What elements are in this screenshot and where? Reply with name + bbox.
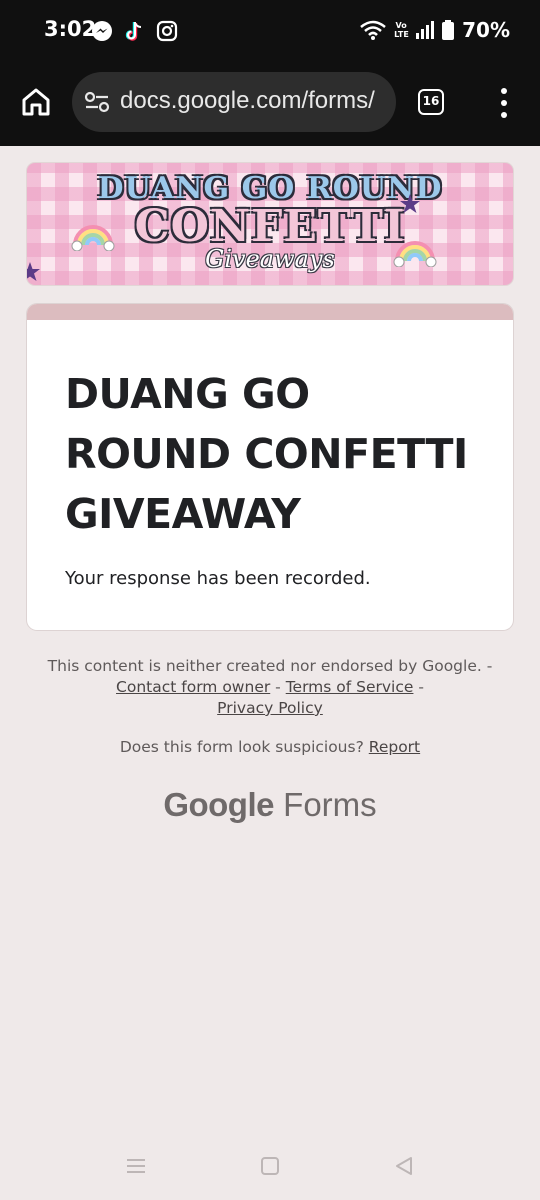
card-accent-bar bbox=[27, 304, 513, 320]
disclaimer-text: This content is neither created nor endo… bbox=[47, 657, 493, 675]
logo-forms-text: Forms bbox=[283, 786, 377, 823]
status-indicators: Vo LTE 70% bbox=[360, 18, 510, 42]
separator: - bbox=[275, 678, 281, 696]
star-icon bbox=[27, 262, 40, 281]
google-forms-logo[interactable]: Google Forms bbox=[0, 786, 540, 824]
tiktok-icon bbox=[125, 22, 142, 41]
status-bar: 3:02 Vo LTE 70% bbox=[0, 0, 540, 60]
terms-of-service-link[interactable]: Terms of Service bbox=[286, 678, 414, 696]
confirmation-message: Your response has been recorded. bbox=[65, 568, 371, 589]
status-time: 3:02 bbox=[44, 17, 97, 41]
wifi-icon bbox=[360, 20, 386, 40]
volte-label: Vo LTE bbox=[394, 21, 409, 39]
site-settings-icon[interactable] bbox=[84, 90, 110, 114]
form-card: DUANG GO ROUND CONFETTI GIVEAWAY Your re… bbox=[27, 304, 513, 630]
suspicious-text: Does this form look suspicious? bbox=[119, 738, 364, 756]
tab-switcher-button[interactable]: 16 bbox=[418, 89, 444, 115]
form-header-image: DUANG GO ROUND CONFETTI Giveaways bbox=[27, 163, 513, 285]
rainbow-icon bbox=[393, 241, 437, 267]
back-icon[interactable] bbox=[392, 1154, 416, 1178]
recent-apps-icon[interactable] bbox=[124, 1154, 148, 1178]
contact-form-owner-link[interactable]: Contact form owner bbox=[116, 678, 270, 696]
star-icon bbox=[400, 194, 420, 213]
battery-icon bbox=[442, 20, 455, 40]
suspicious-notice: Does this form look suspicious? Report bbox=[40, 738, 500, 756]
more-menu-icon[interactable] bbox=[497, 88, 511, 118]
report-link[interactable]: Report bbox=[369, 738, 420, 756]
disclaimer: This content is neither created nor endo… bbox=[40, 656, 500, 719]
url-bar[interactable]: docs.google.com/forms/ bbox=[72, 72, 396, 132]
rainbow-icon bbox=[71, 225, 115, 251]
privacy-policy-link[interactable]: Privacy Policy bbox=[217, 699, 323, 717]
browser-toolbar: docs.google.com/forms/ 16 bbox=[0, 60, 540, 146]
form-title: DUANG GO ROUND CONFETTI GIVEAWAY bbox=[65, 370, 468, 538]
url-text: docs.google.com/forms/ bbox=[120, 87, 375, 114]
home-nav-icon[interactable] bbox=[258, 1154, 282, 1178]
separator: - bbox=[418, 678, 424, 696]
logo-google-text: Google bbox=[163, 786, 274, 823]
messenger-icon bbox=[92, 21, 112, 41]
instagram-icon bbox=[156, 20, 178, 42]
home-icon[interactable] bbox=[18, 84, 54, 120]
form-page: DUANG GO ROUND CONFETTI Giveaways DUANG … bbox=[0, 146, 540, 1200]
signal-icon bbox=[416, 21, 435, 39]
system-nav-bar bbox=[0, 1140, 540, 1200]
battery-percent: 70% bbox=[462, 18, 510, 42]
